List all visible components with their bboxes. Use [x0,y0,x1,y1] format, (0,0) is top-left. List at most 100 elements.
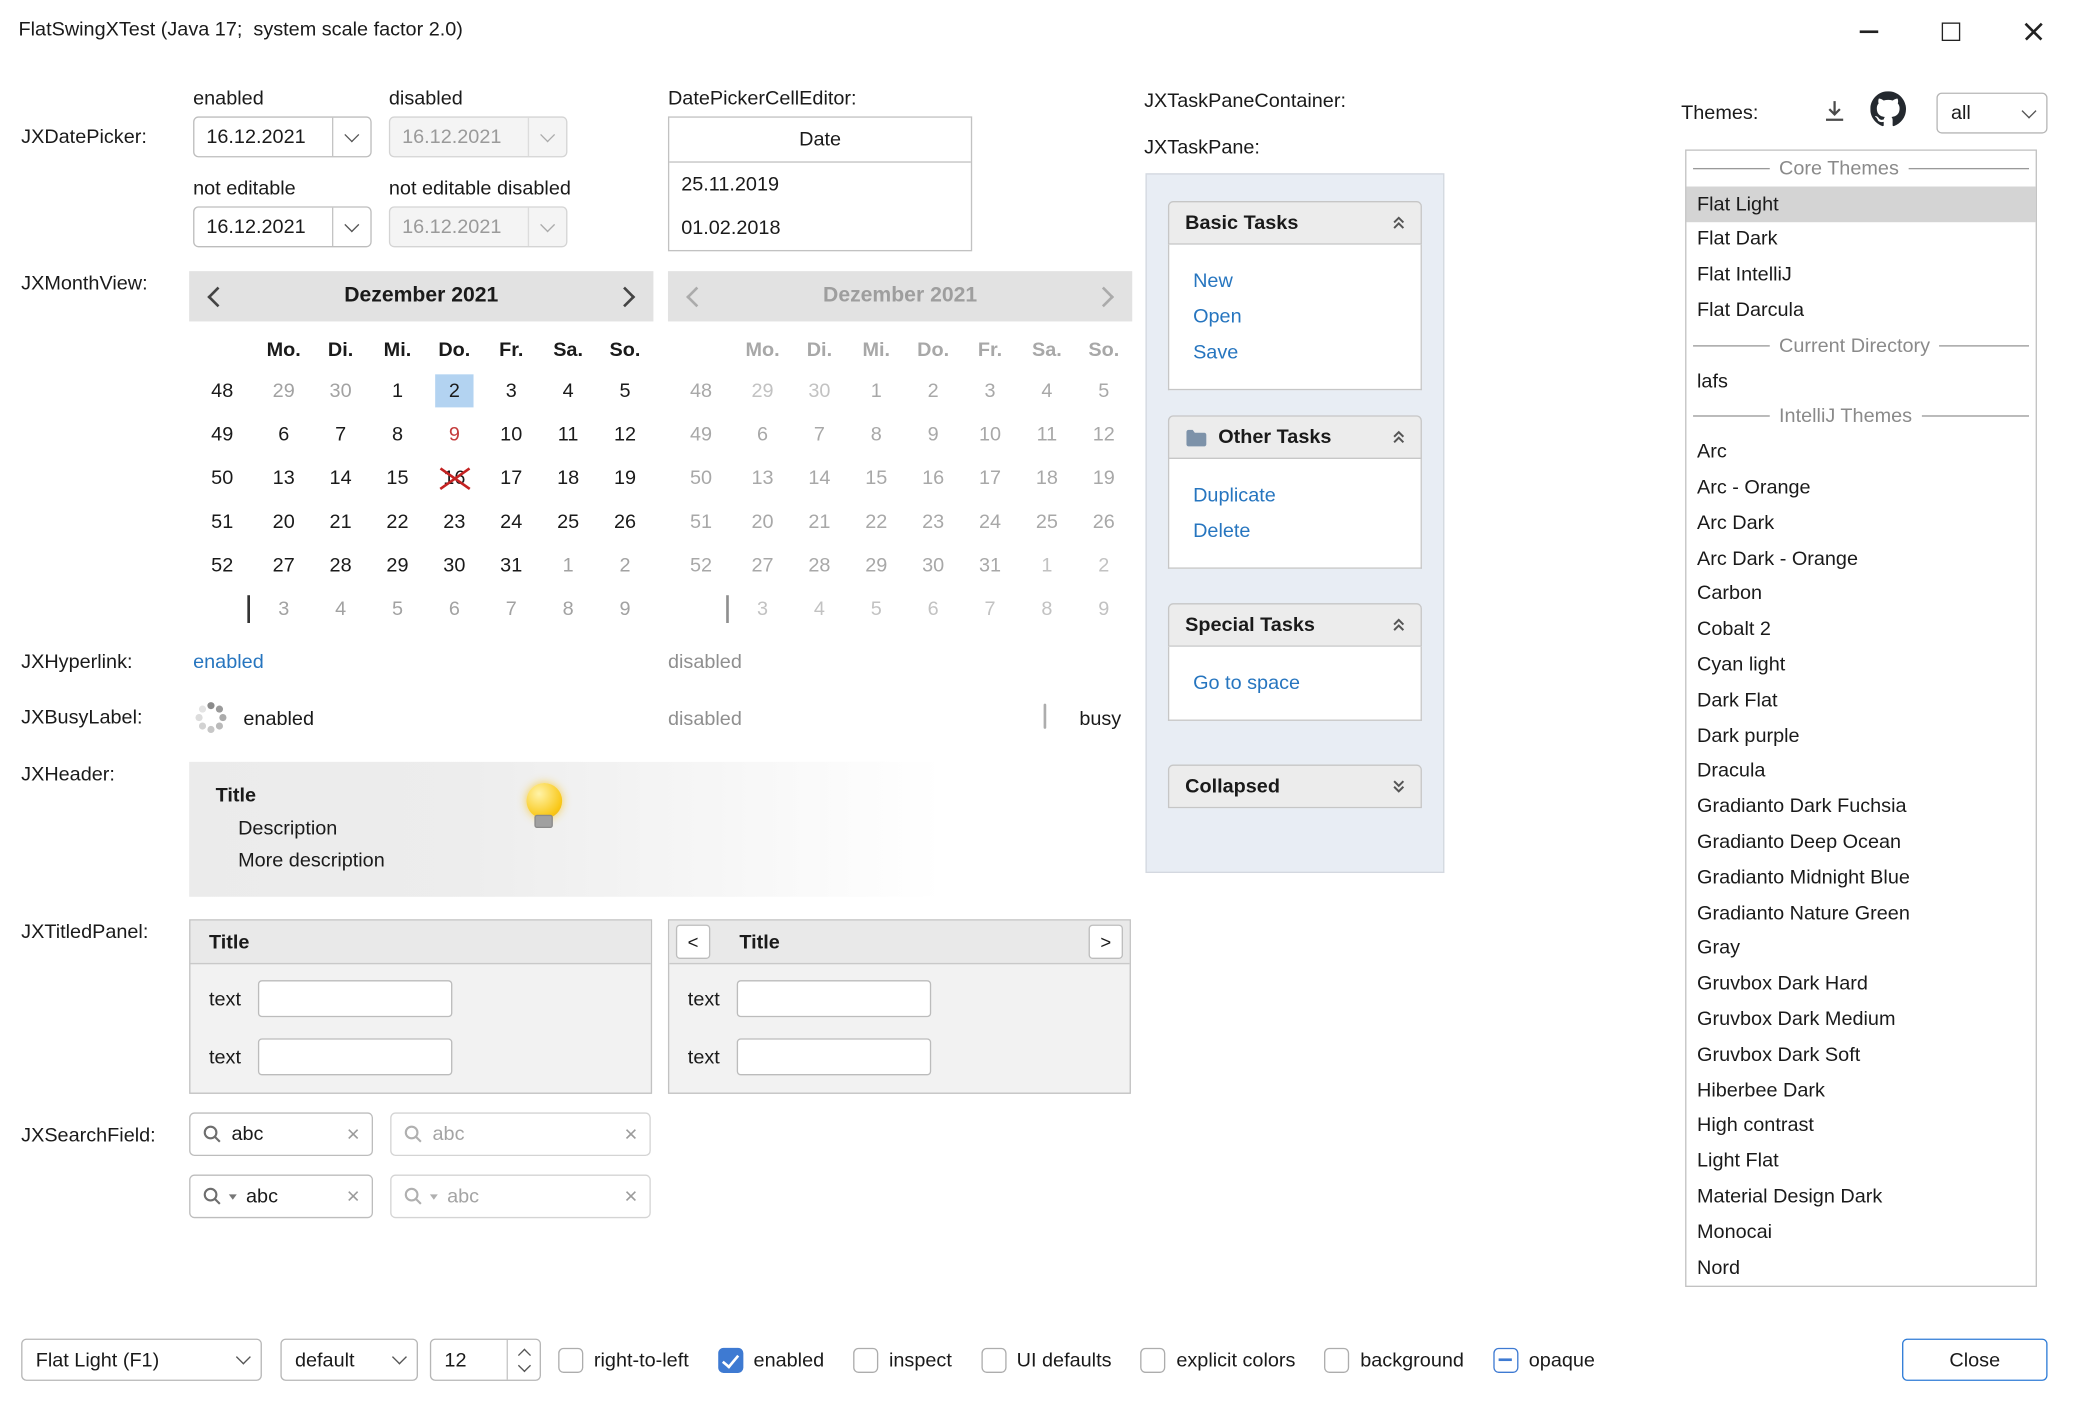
datepicker-enabled[interactable]: 16.12.2021 [193,116,372,157]
checkbox-inspect[interactable]: inspect [853,1347,952,1372]
day-cell[interactable]: 30 [426,544,483,588]
searchfield-value[interactable]: abc [231,1123,337,1145]
checkbox-enabled[interactable]: enabled [718,1347,824,1372]
day-cell[interactable]: 26 [597,500,654,544]
theme-list-item[interactable]: Dark Flat [1686,682,2035,717]
text-input[interactable] [737,1038,931,1075]
theme-list-item[interactable]: Dracula [1686,753,2035,788]
day-cell[interactable]: 31 [483,544,540,588]
theme-list-item[interactable]: Arc - Orange [1686,470,2035,505]
theme-list-item[interactable]: Cobalt 2 [1686,612,2035,647]
table-row[interactable]: 01.02.2018 [669,206,971,250]
theme-list-item[interactable]: Flat Dark [1686,222,2035,257]
font-size-spinner[interactable]: 12 [430,1339,541,1381]
datepicker-value[interactable]: 16.12.2021 [194,126,332,148]
day-cell[interactable]: 23 [426,500,483,544]
taskpane-link-duplicate[interactable]: Duplicate [1193,477,1421,513]
day-cell[interactable]: 4 [312,587,369,631]
spinner-buttons[interactable] [507,1340,540,1380]
theme-list-item[interactable]: Gruvbox Dark Soft [1686,1037,2035,1072]
day-cell[interactable]: 7 [483,587,540,631]
day-cell[interactable]: 5 [597,369,654,413]
theme-list-item[interactable]: Hiberbee Dark [1686,1072,2035,1107]
combo-arrow[interactable] [2012,110,2046,115]
titledpanel-right-button[interactable]: > [1089,925,1123,959]
day-cell[interactable]: 5 [369,587,426,631]
day-cell[interactable]: 15 [369,456,426,500]
day-cell[interactable]: 8 [540,587,597,631]
clear-icon[interactable]: × [347,1185,360,1207]
checkbox-opaque[interactable]: opaque [1493,1347,1595,1372]
day-cell[interactable]: 9 [426,413,483,457]
checkbox-box[interactable] [558,1347,583,1372]
maximize-button[interactable] [1910,0,1992,63]
day-cell[interactable]: 3 [483,369,540,413]
day-cell[interactable]: 21 [312,500,369,544]
hyperlink-enabled[interactable]: enabled [193,651,264,673]
theme-list-item[interactable]: lafs [1686,363,2035,398]
theme-list-item[interactable]: High contrast [1686,1108,2035,1143]
theme-list-item[interactable]: Gradianto Nature Green [1686,895,2035,930]
theme-list-item[interactable]: Carbon [1686,576,2035,611]
day-cell[interactable]: 19 [597,456,654,500]
theme-list-item[interactable]: Gradianto Dark Fuchsia [1686,789,2035,824]
day-cell[interactable]: 6 [426,587,483,631]
taskpane-header[interactable]: Collapsed [1168,765,1422,809]
theme-list-item[interactable]: Flat Light [1686,186,2035,221]
datepicker-dropdown-button[interactable] [332,118,370,156]
font-size-value[interactable]: 12 [431,1348,506,1370]
theme-list-item[interactable]: Gradianto Deep Ocean [1686,824,2035,859]
day-cell[interactable]: 18 [540,456,597,500]
checkbox-box[interactable] [718,1347,743,1372]
theme-list-item[interactable]: Arc Dark [1686,505,2035,540]
theme-list-item[interactable]: Gruvbox Dark Medium [1686,1001,2035,1036]
day-cell[interactable]: 25 [540,500,597,544]
search-menu-arrow-icon[interactable] [229,1194,237,1199]
day-cell[interactable]: 17 [483,456,540,500]
next-month-button[interactable] [618,289,633,304]
taskpane-link-new[interactable]: New [1193,263,1421,299]
checkbox-ui-defaults[interactable]: UI defaults [981,1347,1112,1372]
day-cell[interactable]: 27 [255,544,312,588]
day-cell[interactable]: 24 [483,500,540,544]
day-cell[interactable]: 13 [255,456,312,500]
clear-icon[interactable]: × [347,1123,360,1145]
day-cell[interactable]: 14 [312,456,369,500]
titledpanel-left-button[interactable]: < [676,925,710,959]
theme-list-item[interactable]: Cyan light [1686,647,2035,682]
day-cell[interactable]: 9 [597,587,654,631]
combo-arrow[interactable] [382,1357,416,1362]
day-cell[interactable]: 2 [597,544,654,588]
theme-list-item[interactable]: Flat IntelliJ [1686,257,2035,292]
taskpane-header[interactable]: Other Tasks [1168,415,1422,459]
spinner-down-icon[interactable] [517,1358,530,1371]
searchfield-enabled[interactable]: abc × [189,1112,373,1156]
theme-list[interactable]: Core ThemesFlat LightFlat DarkFlat Intel… [1685,149,2037,1287]
day-cell[interactable]: 4 [540,369,597,413]
date-column-header[interactable]: Date [669,118,971,163]
day-cell[interactable]: 29 [369,544,426,588]
close-button[interactable]: Close [1902,1339,2047,1381]
font-combo[interactable]: default [280,1339,418,1381]
day-cell[interactable]: 29 [255,369,312,413]
day-cell[interactable]: 1 [540,544,597,588]
themes-filter-combo[interactable]: all [1936,93,2047,134]
theme-list-item[interactable]: Gradianto Midnight Blue [1686,860,2035,895]
day-cell[interactable]: 28 [312,544,369,588]
minimize-button[interactable] [1828,0,1910,63]
github-icon[interactable] [1870,91,1906,127]
theme-list-item[interactable]: Flat Darcula [1686,293,2035,328]
taskpane-header[interactable]: Special Tasks [1168,603,1422,647]
download-icon[interactable] [1820,97,1849,126]
searchfield-value[interactable]: abc [246,1185,337,1207]
searchfield-with-menu-enabled[interactable]: abc × [189,1175,373,1219]
busy-checkbox[interactable] [1044,704,1047,729]
previous-month-button[interactable] [210,289,225,304]
day-cell[interactable]: 20 [255,500,312,544]
theme-list-item[interactable]: Monocai [1686,1214,2035,1249]
day-cell[interactable]: 8 [369,413,426,457]
day-cell[interactable]: 1 [369,369,426,413]
combo-arrow[interactable] [226,1357,260,1362]
day-cell[interactable]: 6 [255,413,312,457]
theme-list-item[interactable]: Light Flat [1686,1143,2035,1178]
